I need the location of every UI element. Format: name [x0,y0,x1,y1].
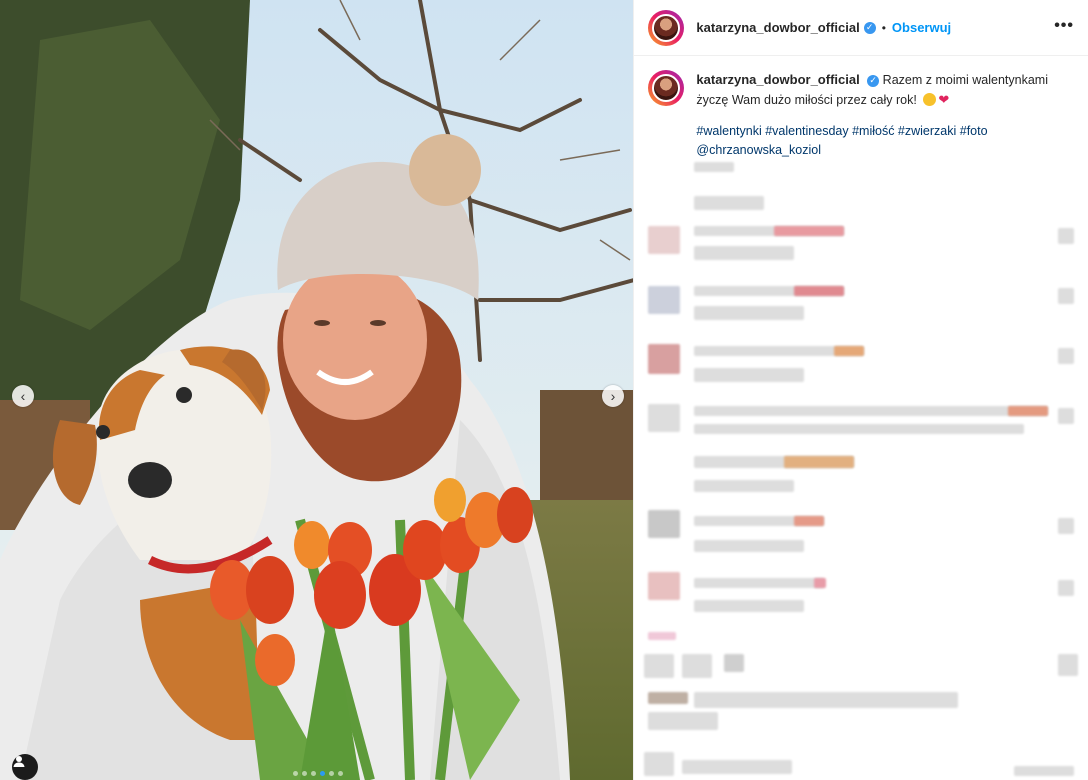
tagged-users-button[interactable] [12,754,38,780]
hashtag-list[interactable]: #walentynki #valentinesday #miłość #zwie… [696,124,987,138]
caption-username[interactable]: katarzyna_dowbor_official [696,72,859,87]
heart-eyes-emoji-icon [923,93,937,106]
user-tag-icon [13,756,25,767]
post-header: katarzyna_dowbor_official ✓ • Obserwuj •… [634,0,1088,56]
carousel-dot [311,771,316,776]
carousel-dot [338,771,343,776]
header-username[interactable]: katarzyna_dowbor_official [696,20,859,35]
carousel-dot [293,771,298,776]
carousel-dot-active [320,771,325,776]
previous-slide-button[interactable]: ‹ [12,385,34,407]
verified-icon: ✓ [867,74,880,87]
separator-dot: • [881,20,886,35]
follow-button[interactable]: Obserwuj [892,20,951,35]
post-caption: katarzyna_dowbor_official ✓ Razem z moim… [634,56,1088,160]
carousel-dot [329,771,334,776]
post-photo[interactable]: ‹ › [0,0,634,780]
mention-link[interactable]: @chrzanowska_koziol [696,143,821,157]
more-icon[interactable]: ••• [1054,17,1074,35]
carousel-indicator [293,771,343,776]
chevron-right-icon: › [610,388,616,404]
photo-illustration [0,0,634,780]
red-heart-icon: ❤ [938,92,950,107]
carousel-dot [302,771,307,776]
avatar[interactable] [648,9,685,46]
post-sidebar: katarzyna_dowbor_official ✓ • Obserwuj •… [633,0,1088,780]
chevron-left-icon: ‹ [20,388,26,404]
next-slide-button[interactable]: › [602,385,624,407]
hashtags[interactable]: #walentynki #valentinesday #miłość #zwie… [696,122,1066,160]
verified-icon: ✓ [863,21,876,34]
post-view: ‹ › katarzyna_dowbor_official ✓ • Obserw… [0,0,1088,780]
caption-avatar[interactable] [648,70,685,106]
